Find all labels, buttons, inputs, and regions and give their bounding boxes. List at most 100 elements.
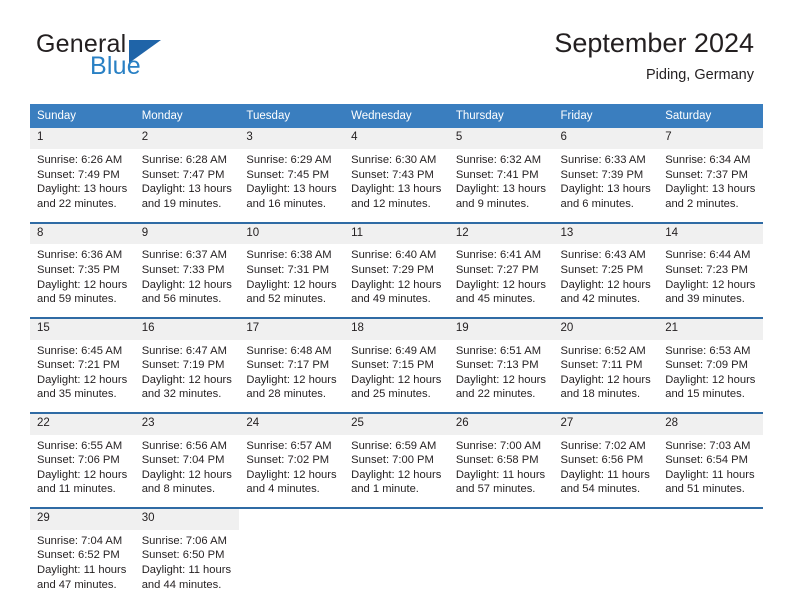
daylight-text-line2: and 15 minutes. <box>665 388 745 401</box>
daylight-text-line1: Daylight: 13 hours <box>37 183 128 196</box>
day-cell[interactable]: 26 Sunrise: 7:00 AM Sunset: 6:58 PM Dayligh… <box>448 413 554 507</box>
day-cell[interactable]: 13 Sunrise: 6:43 AM Sunset: 7:25 PM Dayligh… <box>553 223 659 317</box>
calendar-header-row: Sunday Monday Tuesday Wednesday Thursday… <box>30 104 763 129</box>
sunrise-text: Sunrise: 6:43 AM <box>560 249 646 262</box>
sunrise-text: Sunrise: 6:47 AM <box>141 344 227 357</box>
day-number: 4 <box>344 128 449 150</box>
daylight-text-line1: Daylight: 12 hours <box>141 373 232 386</box>
daylight-text-line1: Daylight: 11 hours <box>560 468 650 481</box>
day-cell[interactable]: 29 Sunrise: 7:04 AM Sunset: 6:52 PM Dayligh… <box>30 509 135 602</box>
sunset-text: Sunset: 7:41 PM <box>455 168 539 181</box>
day-details: Sunrise: 6:41 AM Sunset: 7:27 PM Daylight:… <box>449 244 554 316</box>
daylight-text-line1: Daylight: 13 hours <box>141 183 232 196</box>
day-number <box>448 509 554 528</box>
sunset-text: Sunset: 7:43 PM <box>351 168 434 181</box>
day-cell[interactable]: 3 Sunrise: 6:29 AM Sunset: 7:45 PM Daylight… <box>239 128 345 221</box>
day-cell[interactable]: 15 Sunrise: 6:45 AM Sunset: 7:21 PM Dayligh… <box>30 318 135 412</box>
calendar-page: General Blue September 2024 Piding, Germ… <box>0 0 792 612</box>
day-cell[interactable]: 20 Sunrise: 6:52 AM Sunset: 7:11 PM Dayligh… <box>553 318 659 412</box>
daylight-text-line2: and 35 minutes. <box>37 388 117 401</box>
day-number: 13 <box>553 223 659 245</box>
week-row: 22 Sunrise: 6:55 AM Sunset: 7:06 PM Dayligh… <box>30 413 763 507</box>
daylight-text-line2: and 25 minutes. <box>351 388 431 401</box>
day-cell[interactable]: 6 Sunrise: 6:33 AM Sunset: 7:39 PM Daylight… <box>553 128 659 221</box>
sunrise-text: Sunrise: 6:34 AM <box>665 154 751 167</box>
day-details: Sunrise: 7:06 AM Sunset: 6:50 PM Daylight:… <box>135 530 240 602</box>
day-cell[interactable]: 5 Sunrise: 6:32 AM Sunset: 7:41 PM Daylight… <box>448 128 554 221</box>
day-cell[interactable]: 23 Sunrise: 6:56 AM Sunset: 7:04 PM Dayligh… <box>134 413 240 507</box>
sunrise-text: Sunrise: 6:32 AM <box>455 154 542 167</box>
daylight-text-line1: Daylight: 12 hours <box>351 468 442 481</box>
brand-logo[interactable]: General Blue <box>36 32 236 88</box>
sunrise-text: Sunrise: 6:51 AM <box>455 344 542 357</box>
day-number: 12 <box>448 223 554 245</box>
daylight-text-line2: and 16 minutes. <box>246 197 327 210</box>
daylight-text-line1: Daylight: 12 hours <box>37 373 128 386</box>
sunset-text: Sunset: 7:45 PM <box>246 168 330 181</box>
daylight-text-line2: and 54 minutes. <box>560 483 641 496</box>
day-cell[interactable]: 8 Sunrise: 6:36 AM Sunset: 7:35 PM Daylight… <box>30 223 135 317</box>
day-cell[interactable]: 27 Sunrise: 7:02 AM Sunset: 6:56 PM Dayligh… <box>553 413 659 507</box>
calendar-body: 1 Sunrise: 6:26 AM Sunset: 7:49 PM Daylight… <box>30 128 763 602</box>
sunrise-text: Sunrise: 7:06 AM <box>141 534 227 547</box>
day-cell[interactable]: 28 Sunrise: 7:03 AM Sunset: 6:54 PM Dayligh… <box>658 413 763 507</box>
daylight-text-line1: Daylight: 12 hours <box>560 278 651 291</box>
day-cell[interactable]: 16 Sunrise: 6:47 AM Sunset: 7:19 PM Dayligh… <box>134 318 240 412</box>
day-number: 17 <box>239 318 345 340</box>
daylight-text-line1: Daylight: 12 hours <box>37 278 128 291</box>
sunrise-text: Sunrise: 6:30 AM <box>351 154 437 167</box>
day-number: 22 <box>30 413 135 435</box>
sunset-text: Sunset: 7:09 PM <box>665 359 748 372</box>
day-number: 19 <box>448 318 554 340</box>
day-cell[interactable]: 24 Sunrise: 6:57 AM Sunset: 7:02 PM Dayligh… <box>239 413 345 507</box>
day-cell[interactable]: 4 Sunrise: 6:30 AM Sunset: 7:43 PM Daylight… <box>344 128 449 221</box>
day-details: Sunrise: 6:53 AM Sunset: 7:09 PM Daylight:… <box>658 340 763 412</box>
daylight-text-line2: and 45 minutes. <box>455 293 536 306</box>
daylight-text-line1: Daylight: 12 hours <box>246 278 337 291</box>
day-cell-empty <box>448 509 554 602</box>
daylight-text-line1: Daylight: 12 hours <box>665 373 756 386</box>
day-cell[interactable]: 2 Sunrise: 6:28 AM Sunset: 7:47 PM Daylight… <box>134 128 240 221</box>
sunrise-text: Sunrise: 7:02 AM <box>560 439 646 452</box>
day-cell[interactable]: 11 Sunrise: 6:40 AM Sunset: 7:29 PM Dayligh… <box>344 223 449 317</box>
day-number <box>239 509 345 528</box>
day-cell[interactable]: 12 Sunrise: 6:41 AM Sunset: 7:27 PM Dayligh… <box>448 223 554 317</box>
daylight-text-line1: Daylight: 12 hours <box>455 373 546 386</box>
sunset-text: Sunset: 7:13 PM <box>455 359 539 372</box>
day-cell[interactable]: 9 Sunrise: 6:37 AM Sunset: 7:33 PM Daylight… <box>134 223 240 317</box>
page-title: September 2024 <box>554 28 754 58</box>
day-cell[interactable]: 1 Sunrise: 6:26 AM Sunset: 7:49 PM Daylight… <box>30 128 135 221</box>
day-details: Sunrise: 7:02 AM Sunset: 6:56 PM Daylight:… <box>554 435 659 507</box>
day-number: 28 <box>658 413 763 435</box>
day-cell[interactable]: 21 Sunrise: 6:53 AM Sunset: 7:09 PM Dayligh… <box>658 318 763 412</box>
daylight-text-line2: and 47 minutes. <box>37 578 117 591</box>
sunrise-text: Sunrise: 6:55 AM <box>37 439 123 452</box>
weekday-header-tuesday: Tuesday <box>239 104 345 129</box>
title-block: September 2024 Piding, Germany <box>554 28 754 84</box>
sunset-text: Sunset: 7:17 PM <box>246 359 330 372</box>
daylight-text-line2: and 32 minutes. <box>141 388 222 401</box>
day-cell-empty <box>658 509 763 602</box>
sunrise-text: Sunrise: 6:53 AM <box>665 344 751 357</box>
day-cell[interactable]: 30 Sunrise: 7:06 AM Sunset: 6:50 PM Dayligh… <box>134 509 240 602</box>
sunrise-text: Sunrise: 6:45 AM <box>37 344 123 357</box>
day-number: 24 <box>239 413 345 435</box>
sunset-text: Sunset: 6:52 PM <box>37 549 120 562</box>
day-cell[interactable]: 14 Sunrise: 6:44 AM Sunset: 7:23 PM Dayligh… <box>658 223 763 317</box>
day-details: Sunrise: 6:33 AM Sunset: 7:39 PM Daylight:… <box>554 149 659 221</box>
day-cell[interactable]: 22 Sunrise: 6:55 AM Sunset: 7:06 PM Dayligh… <box>30 413 135 507</box>
day-number: 21 <box>658 318 763 340</box>
day-cell[interactable]: 7 Sunrise: 6:34 AM Sunset: 7:37 PM Daylight… <box>658 128 763 221</box>
day-cell[interactable]: 17 Sunrise: 6:48 AM Sunset: 7:17 PM Dayligh… <box>239 318 345 412</box>
day-details: Sunrise: 6:51 AM Sunset: 7:13 PM Daylight:… <box>449 340 554 412</box>
week-row: 29 Sunrise: 7:04 AM Sunset: 6:52 PM Dayligh… <box>30 509 763 602</box>
day-cell[interactable]: 18 Sunrise: 6:49 AM Sunset: 7:15 PM Dayligh… <box>344 318 449 412</box>
day-number <box>658 509 763 528</box>
day-cell[interactable]: 19 Sunrise: 6:51 AM Sunset: 7:13 PM Dayligh… <box>448 318 554 412</box>
day-cell[interactable]: 10 Sunrise: 6:38 AM Sunset: 7:31 PM Dayligh… <box>239 223 345 317</box>
day-cell[interactable]: 25 Sunrise: 6:59 AM Sunset: 7:00 PM Dayligh… <box>344 413 449 507</box>
day-details: Sunrise: 6:40 AM Sunset: 7:29 PM Daylight:… <box>344 244 449 316</box>
day-number: 16 <box>134 318 240 340</box>
sunset-text: Sunset: 7:04 PM <box>141 454 225 467</box>
weekday-header-thursday: Thursday <box>448 104 554 129</box>
